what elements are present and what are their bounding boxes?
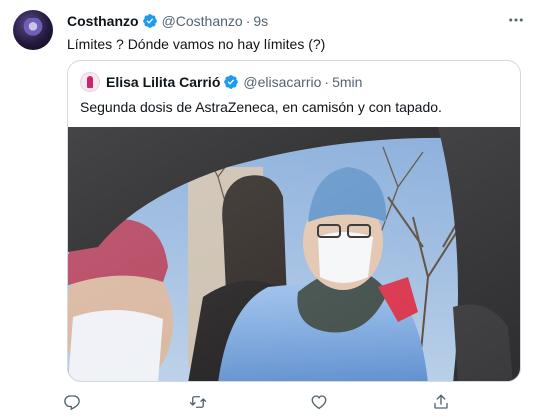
- photo-illustration: [68, 127, 520, 381]
- window-glare: [68, 127, 520, 381]
- quoted-photo[interactable]: [68, 127, 520, 381]
- quoted-separator-dot: ·: [324, 74, 330, 90]
- tweet-timestamp[interactable]: 9s: [253, 13, 268, 29]
- quoted-avatar-figure: [87, 76, 93, 88]
- avatar-figure: [21, 18, 45, 46]
- quoted-author-handle[interactable]: @elisacarrio: [243, 74, 321, 90]
- like-icon[interactable]: [309, 392, 329, 412]
- quoted-avatar[interactable]: [80, 72, 100, 92]
- separator-dot: ·: [245, 13, 251, 29]
- quoted-tweet[interactable]: Elisa Lilita Carrió @elisacarrio · 5min …: [67, 60, 521, 382]
- tweet-header: Costhanzo @Costhanzo · 9s: [67, 12, 268, 30]
- author-handle[interactable]: @Costhanzo: [162, 13, 243, 29]
- retweet-icon[interactable]: [188, 392, 208, 412]
- author-name[interactable]: Costhanzo: [67, 13, 139, 29]
- share-icon[interactable]: [431, 392, 451, 412]
- action-bar: [62, 392, 462, 412]
- verified-badge-icon: [142, 14, 157, 28]
- quoted-tweet-header: Elisa Lilita Carrió @elisacarrio · 5min: [80, 72, 362, 92]
- reply-icon[interactable]: [62, 392, 82, 412]
- tweet[interactable]: Costhanzo @Costhanzo · 9s Límites ? Dónd…: [0, 0, 545, 419]
- quoted-author-name[interactable]: Elisa Lilita Carrió: [106, 74, 220, 90]
- quoted-verified-badge-icon: [224, 75, 239, 89]
- quoted-timestamp[interactable]: 5min: [332, 74, 362, 90]
- more-options-icon[interactable]: [506, 10, 526, 30]
- avatar[interactable]: [13, 10, 53, 50]
- tweet-text: Límites ? Dónde vamos no hay límites (?): [67, 36, 326, 52]
- quoted-tweet-text: Segunda dosis de AstraZeneca, en camisón…: [80, 99, 442, 115]
